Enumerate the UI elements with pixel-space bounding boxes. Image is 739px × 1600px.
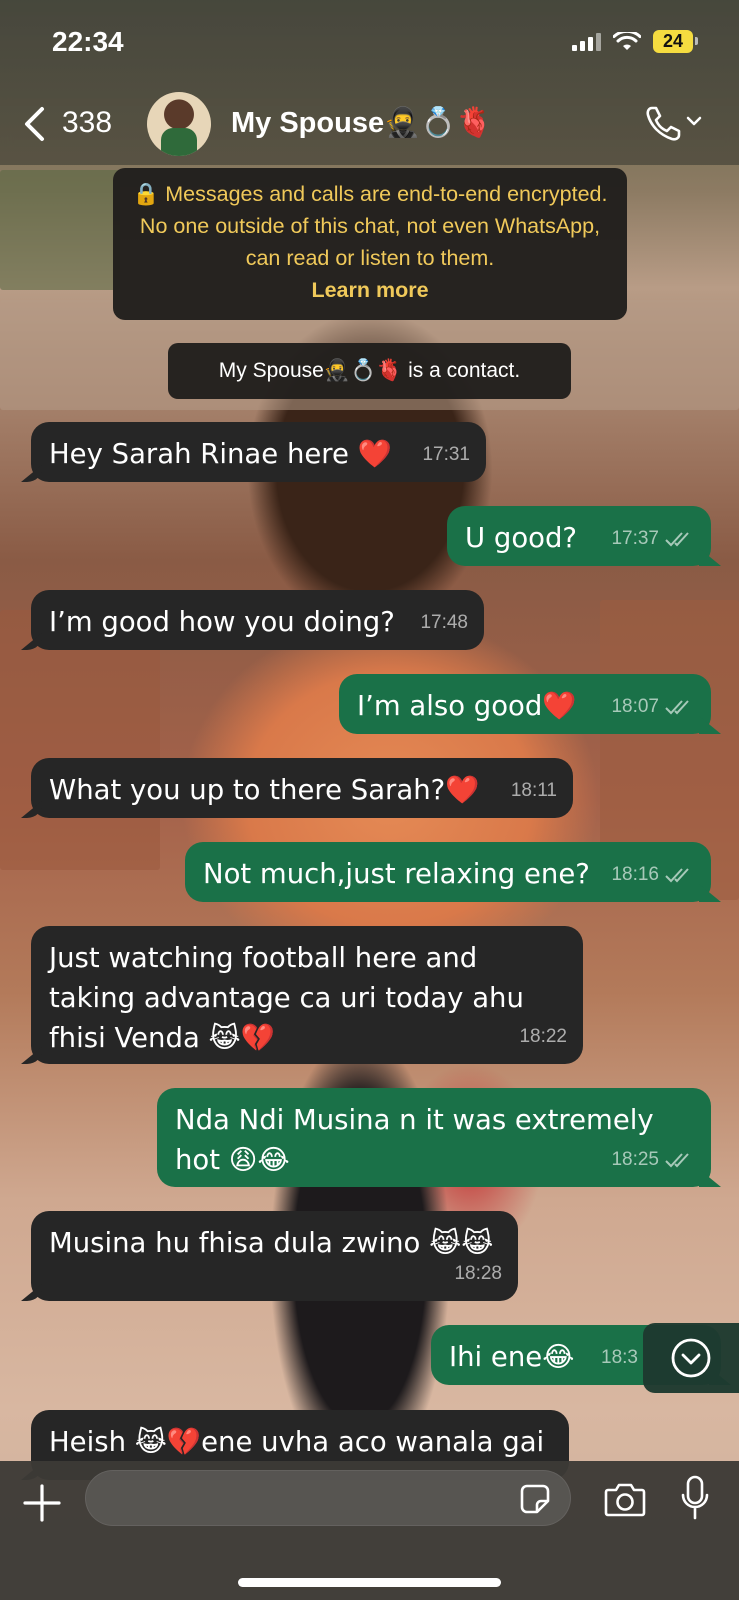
message-text: Musina hu fhisa dula zwino 😹😹 [49, 1227, 494, 1259]
read-ticks-icon [665, 699, 689, 714]
message-meta: 18:16 [611, 855, 695, 894]
message-input[interactable] [85, 1470, 571, 1526]
message-time: 17:37 [611, 528, 659, 549]
message-meta: 18:25 [611, 1140, 695, 1179]
message-bubble-incoming[interactable]: Musina hu fhisa dula zwino 😹😹 18:28 [31, 1211, 518, 1301]
message-time: 18:07 [611, 696, 659, 717]
message-bubble-incoming[interactable]: Just watching football here and taking a… [31, 926, 583, 1064]
message-text: I’m good how you doing? [49, 606, 395, 638]
scroll-down-icon [671, 1338, 711, 1378]
mic-icon[interactable] [680, 1475, 710, 1521]
chevron-down-icon[interactable] [685, 112, 703, 130]
message-meta: 18:22 [519, 1017, 567, 1056]
home-indicator [238, 1578, 501, 1587]
message-meta: 18:07 [611, 687, 695, 726]
unread-count[interactable]: 338 [62, 106, 112, 140]
wifi-icon [613, 31, 641, 50]
back-chevron-icon[interactable] [22, 106, 46, 142]
plus-icon[interactable] [22, 1483, 62, 1523]
message-meta: 18:3 [601, 1338, 638, 1377]
call-icon[interactable] [643, 104, 683, 144]
message-text: Hey Sarah Rinae here ❤️ [49, 438, 392, 470]
message-time: 18:11 [510, 780, 557, 801]
contact-name[interactable]: My Spouse🥷💍🫀 [231, 106, 492, 140]
message-bubble-outgoing[interactable]: Nda Ndi Musina n it was extremely hot 😩😂… [157, 1088, 711, 1187]
message-time: 17:31 [422, 444, 470, 465]
message-text: Just watching football here and taking a… [49, 942, 524, 1054]
contact-avatar[interactable] [147, 92, 211, 156]
message-text: Not much,just relaxing ene? [203, 858, 590, 890]
sticker-icon[interactable] [519, 1483, 551, 1515]
message-text: Nda Ndi Musina n it was extremely hot 😩😂 [175, 1104, 654, 1176]
message-text: What you up to there Sarah?❤️ [49, 774, 480, 806]
status-time: 22:34 [52, 26, 124, 57]
camera-icon[interactable] [604, 1481, 646, 1517]
message-text: U good? [465, 522, 578, 554]
encryption-notice-text: 🔒 Messages and calls are end-to-end encr… [132, 182, 608, 270]
message-time: 18:16 [611, 864, 659, 885]
message-bubble-outgoing[interactable]: U good? 17:37 [447, 506, 711, 566]
message-time: 18:22 [519, 1026, 567, 1047]
message-meta: 18:28 [454, 1254, 502, 1293]
status-icons: 24 [572, 30, 698, 53]
wallpaper-foliage [0, 170, 120, 290]
message-bubble-outgoing[interactable]: Not much,just relaxing ene? 18:16 [185, 842, 711, 902]
contact-notice: My Spouse🥷💍🫀 is a contact. [168, 343, 571, 399]
learn-more-link[interactable]: Learn more [127, 274, 613, 306]
message-text: Heish 😹💔ene uvha aco wanala gai [49, 1426, 545, 1458]
message-time: 18:3 [601, 1347, 638, 1368]
signal-icon [572, 32, 601, 51]
read-ticks-icon [665, 867, 689, 882]
message-text: I’m also good❤️ [357, 690, 577, 722]
encryption-notice[interactable]: 🔒 Messages and calls are end-to-end encr… [113, 168, 627, 320]
composer-bar [0, 1461, 739, 1600]
message-bubble-incoming[interactable]: I’m good how you doing? 17:48 [31, 590, 484, 650]
read-ticks-icon [665, 1152, 689, 1167]
message-text: Ihi ene😂 [449, 1341, 575, 1373]
message-time: 18:25 [611, 1149, 659, 1170]
message-bubble-incoming[interactable]: Hey Sarah Rinae here ❤️ 17:31 [31, 422, 486, 482]
battery-indicator: 24 [653, 30, 698, 53]
message-bubble-outgoing[interactable]: I’m also good❤️ 18:07 [339, 674, 711, 734]
message-meta: 17:48 [420, 603, 468, 642]
scroll-down-button[interactable] [643, 1323, 739, 1393]
message-meta: 17:37 [611, 519, 695, 558]
message-bubble-incoming[interactable]: What you up to there Sarah?❤️ 18:11 [31, 758, 573, 818]
message-meta: 18:11 [511, 771, 557, 810]
message-time: 18:28 [454, 1263, 502, 1284]
read-ticks-icon [665, 531, 689, 546]
message-meta: 17:31 [422, 435, 470, 474]
message-time: 17:48 [420, 612, 468, 633]
chat-header: 22:34 24 338 My Spouse🥷💍🫀 [0, 0, 739, 165]
